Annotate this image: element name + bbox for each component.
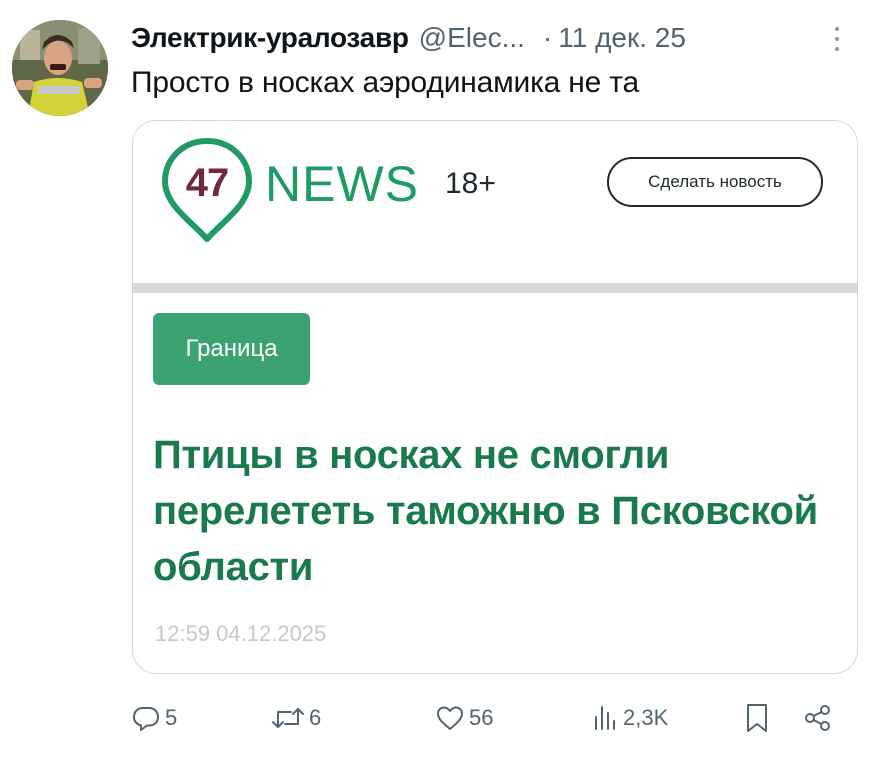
action-bar: 5 6 56 2,3K [131,698,851,738]
logo-news: NEWS [265,156,419,212]
reply-count: 5 [165,705,178,730]
divider [133,283,857,293]
post-header: Электрик-уралозавр @Elec... · 11 дек. 25 [131,18,842,58]
author-name[interactable]: Электрик-уралозавр [131,22,409,54]
reply-icon [133,707,159,731]
age-rating: 18+ [445,167,496,200]
views-count: 2,3K [623,705,669,730]
author-handle[interactable]: @Elec... [419,22,525,54]
more-vertical-icon[interactable] [832,24,842,54]
bar-chart-icon [595,706,615,730]
repost-icon [272,708,304,728]
separator: · [542,22,553,53]
repost-button[interactable]: 6 [271,698,321,738]
article-timestamp: 12:59 04.12.2025 [155,621,327,646]
like-button[interactable]: 56 [435,698,493,738]
heart-icon [437,706,463,730]
logo-number: 47 [185,161,230,205]
repost-count: 6 [309,705,322,730]
reply-button[interactable]: 5 [131,698,177,738]
article-title[interactable]: Птицы в носках не смогли перелететь тамо… [153,427,833,595]
views-button[interactable]: 2,3K [591,698,668,738]
share-icon [805,705,830,731]
make-news-button[interactable]: Сделать новость [607,157,823,207]
bookmark-icon [747,704,767,732]
card-header: 47 NEWS 18+ Сделать новость [133,121,857,283]
category-badge[interactable]: Граница [153,313,310,385]
link-card[interactable]: 47 NEWS 18+ Сделать новость Граница Птиц… [132,120,858,674]
avatar-image [12,20,108,116]
post-text: Просто в носках аэродинамика не та [131,66,639,99]
post: Электрик-уралозавр @Elec... · 11 дек. 25… [0,0,872,757]
bookmark-button[interactable] [743,698,771,738]
like-count: 56 [469,705,494,730]
avatar[interactable] [12,20,108,116]
post-date[interactable]: 11 дек. 25 [558,22,686,54]
share-button[interactable] [803,698,833,738]
